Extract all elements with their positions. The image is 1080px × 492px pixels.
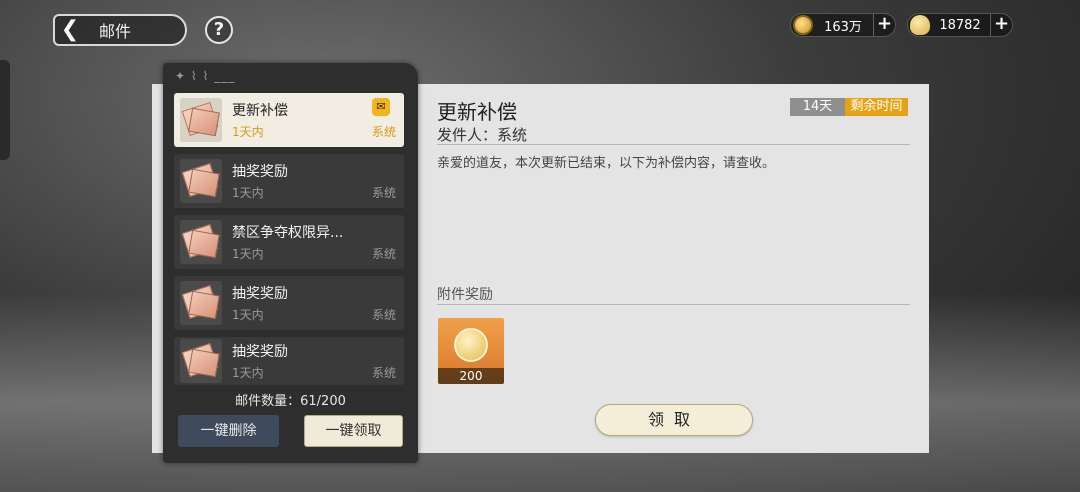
mail-title: 更新补偿: [232, 103, 288, 119]
key-amount: 18782: [939, 17, 981, 33]
key-icon: [910, 15, 930, 35]
mail-sender: 系统: [371, 247, 396, 261]
mail-item[interactable]: 抽奖奖励 1天内 系统: [174, 154, 404, 208]
mail-title: 抽奖奖励: [232, 164, 288, 180]
mail-title: 抽奖奖励: [232, 344, 288, 360]
coin-icon: [793, 15, 813, 35]
resource-coin: 163万 +: [790, 13, 896, 37]
mail-list-panel: ✦ ⌇ ⌇ ___ 更新补偿 1天内 系统 ✉ 抽奖奖励 1天内 系统 禁区争夺…: [163, 63, 418, 463]
mail-detail-title: 更新补偿: [437, 100, 517, 124]
mail-detail-sender: 发件人：系统: [437, 126, 528, 144]
mail-item[interactable]: 抽奖奖励 1天内 系统: [174, 276, 404, 330]
envelope-icon: [180, 98, 222, 142]
mail-sender: 系统: [371, 366, 396, 380]
golden-token-icon: [454, 328, 488, 362]
mail-title: 抽奖奖励: [232, 286, 288, 302]
expire-label: 剩余时间: [845, 98, 908, 116]
divider: [437, 304, 910, 305]
mail-time: 1天内: [232, 125, 264, 139]
reward-quantity: 200: [438, 368, 504, 384]
mail-count: 邮件数量：61/200: [235, 394, 346, 409]
expire-days: 14天: [790, 98, 845, 116]
chevron-left-icon: ❮: [60, 17, 80, 42]
help-button[interactable]: ?: [205, 16, 233, 44]
mail-time: 1天内: [232, 247, 264, 261]
mail-detail-body: 亲爱的道友，本次更新已结束，以下为补偿内容，请查收。: [437, 156, 776, 171]
mail-sender: 系统: [371, 186, 396, 200]
coin-amount: 163万: [824, 19, 862, 35]
add-coin-button[interactable]: +: [873, 14, 895, 36]
envelope-icon: [180, 159, 222, 203]
attachment-bag-icon: ✉: [372, 98, 390, 116]
add-key-button[interactable]: +: [990, 14, 1012, 36]
attachment-heading: 附件奖励: [437, 287, 493, 303]
envelope-icon: [180, 339, 222, 383]
mail-time: 1天内: [232, 308, 264, 322]
mail-time: 1天内: [232, 366, 264, 380]
back-button[interactable]: ❮ 邮件: [53, 14, 187, 46]
divider: [437, 144, 910, 145]
side-tab[interactable]: [0, 60, 10, 160]
envelope-icon: [180, 220, 222, 264]
expire-badge: 14天 剩余时间: [790, 98, 908, 116]
claim-button[interactable]: 领取: [595, 404, 753, 436]
mail-item[interactable]: 禁区争夺权限异... 1天内 系统: [174, 215, 404, 269]
panel-decoration: ✦ ⌇ ⌇ ___: [175, 69, 236, 83]
claim-all-button[interactable]: 一键领取: [304, 415, 403, 447]
delete-all-button[interactable]: 一键删除: [178, 415, 279, 447]
reward-item[interactable]: 200: [438, 318, 504, 384]
mail-sender: 系统: [371, 125, 396, 139]
resource-key: 18782 +: [907, 13, 1013, 37]
mail-sender: 系统: [371, 308, 396, 322]
envelope-icon: [180, 281, 222, 325]
mail-item[interactable]: 更新补偿 1天内 系统 ✉: [174, 93, 404, 147]
page-title: 邮件: [99, 22, 132, 41]
mail-item[interactable]: 抽奖奖励 1天内 系统: [174, 337, 404, 385]
mail-time: 1天内: [232, 186, 264, 200]
mail-title: 禁区争夺权限异...: [232, 225, 344, 241]
